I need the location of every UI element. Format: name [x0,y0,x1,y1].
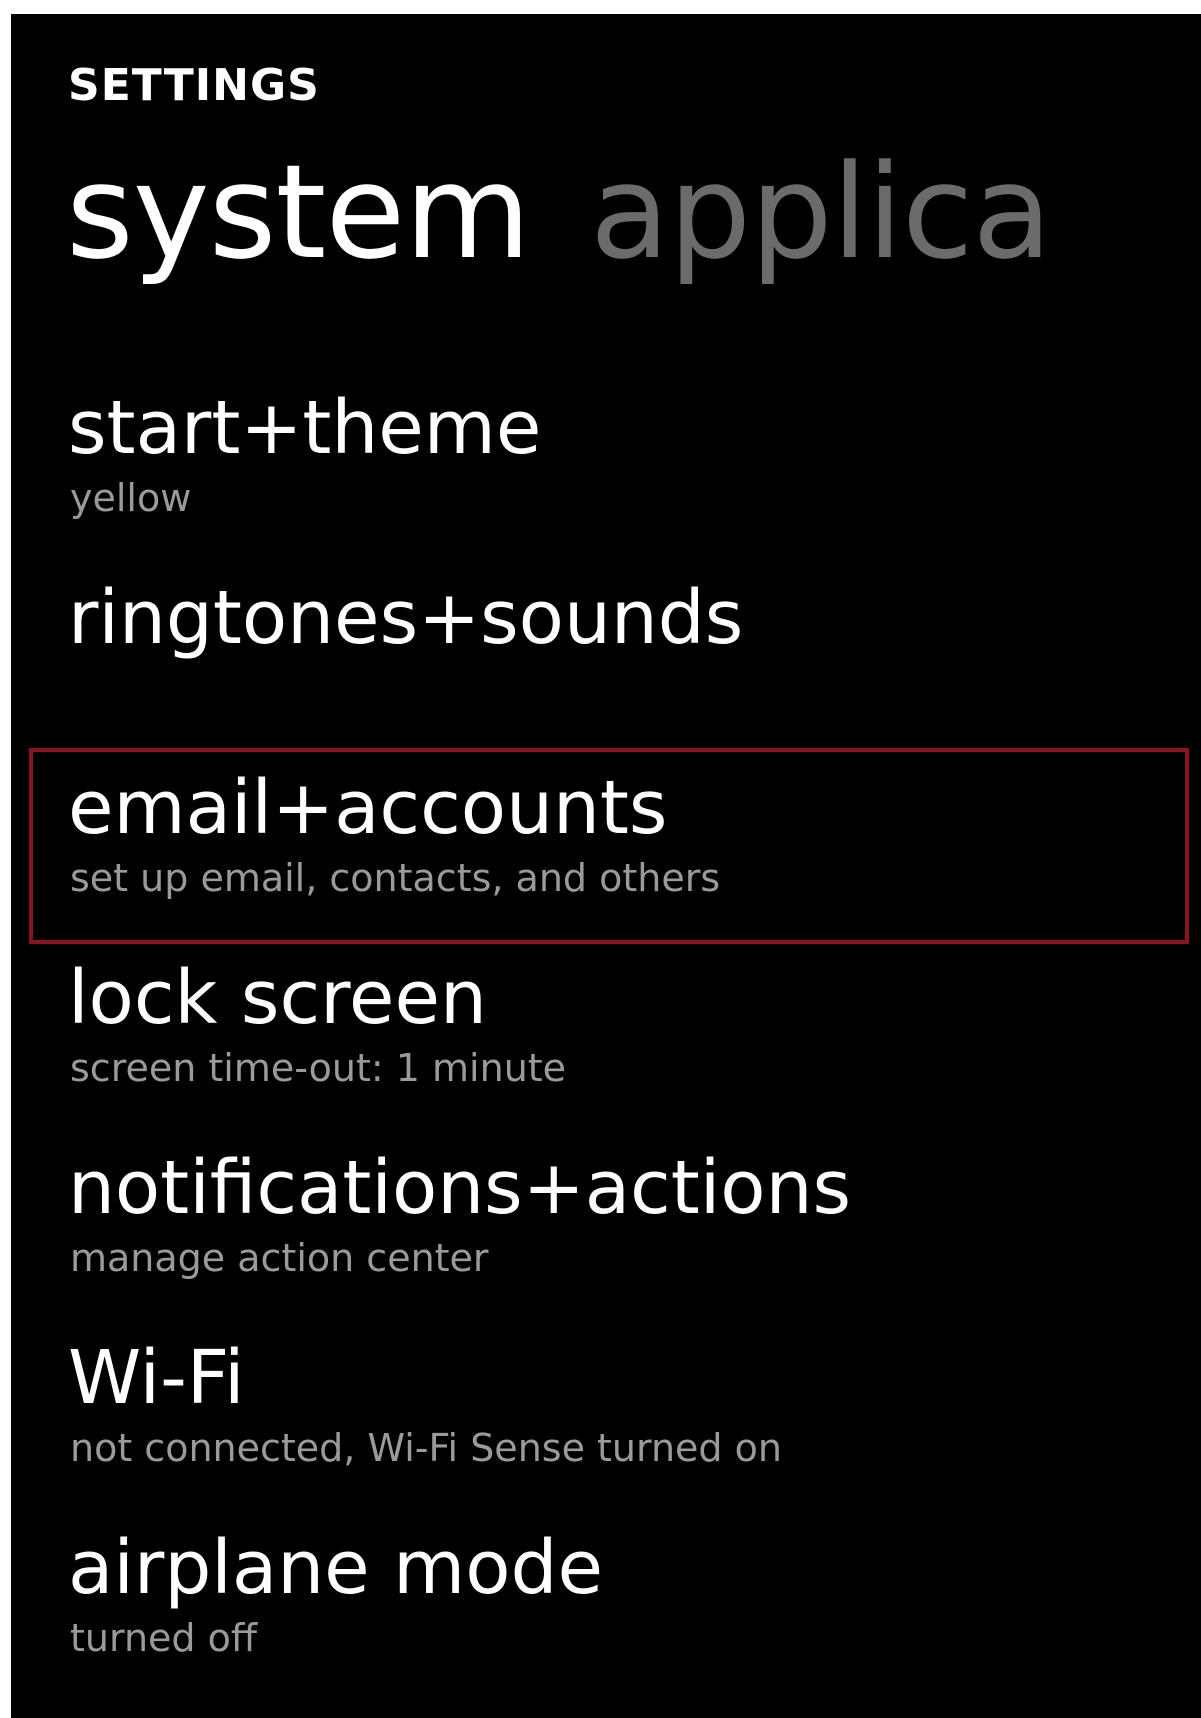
settings-item-label: email+accounts [68,765,668,851]
pivot-tab-applications[interactable]: applica [590,134,1052,290]
settings-item-label: Wi-Fi [68,1335,245,1421]
settings-item-label: airplane mode [68,1525,604,1611]
settings-screen: SETTINGS system applica start+theme yello… [11,14,1201,1718]
settings-item-ringtones-sounds[interactable]: ringtones+sounds [27,574,1183,764]
settings-item-subtitle: not connected, Wi-Fi Sense turned on [70,1426,782,1470]
settings-item-subtitle: screen time-out: 1 minute [70,1046,567,1090]
settings-item-label: ringtones+sounds [68,575,744,661]
settings-item-airplane-mode[interactable]: airplane mode turned off [27,1524,1183,1714]
settings-item-label: lock screen [68,955,487,1041]
settings-item-notifications-actions[interactable]: notifications+actions manage action cent… [27,1144,1183,1334]
settings-item-wifi[interactable]: Wi-Fi not connected, Wi-Fi Sense turned … [27,1334,1183,1524]
settings-item-subtitle: turned off [70,1616,258,1660]
settings-item-subtitle: set up email, contacts, and others [70,856,721,900]
settings-item-subtitle: yellow [70,476,192,520]
settings-item-subtitle: manage action center [70,1236,489,1280]
app-title: SETTINGS [68,60,320,111]
settings-item-lock-screen[interactable]: lock screen screen time-out: 1 minute [27,954,1183,1144]
pivot-header: system applica [66,134,1052,290]
settings-item-label: start+theme [68,385,542,471]
settings-item-email-accounts[interactable]: email+accounts set up email, contacts, a… [27,764,1183,954]
settings-item-label: notifications+actions [68,1145,852,1231]
pivot-tab-system[interactable]: system [66,134,531,290]
settings-item-start-theme[interactable]: start+theme yellow [27,384,1183,574]
